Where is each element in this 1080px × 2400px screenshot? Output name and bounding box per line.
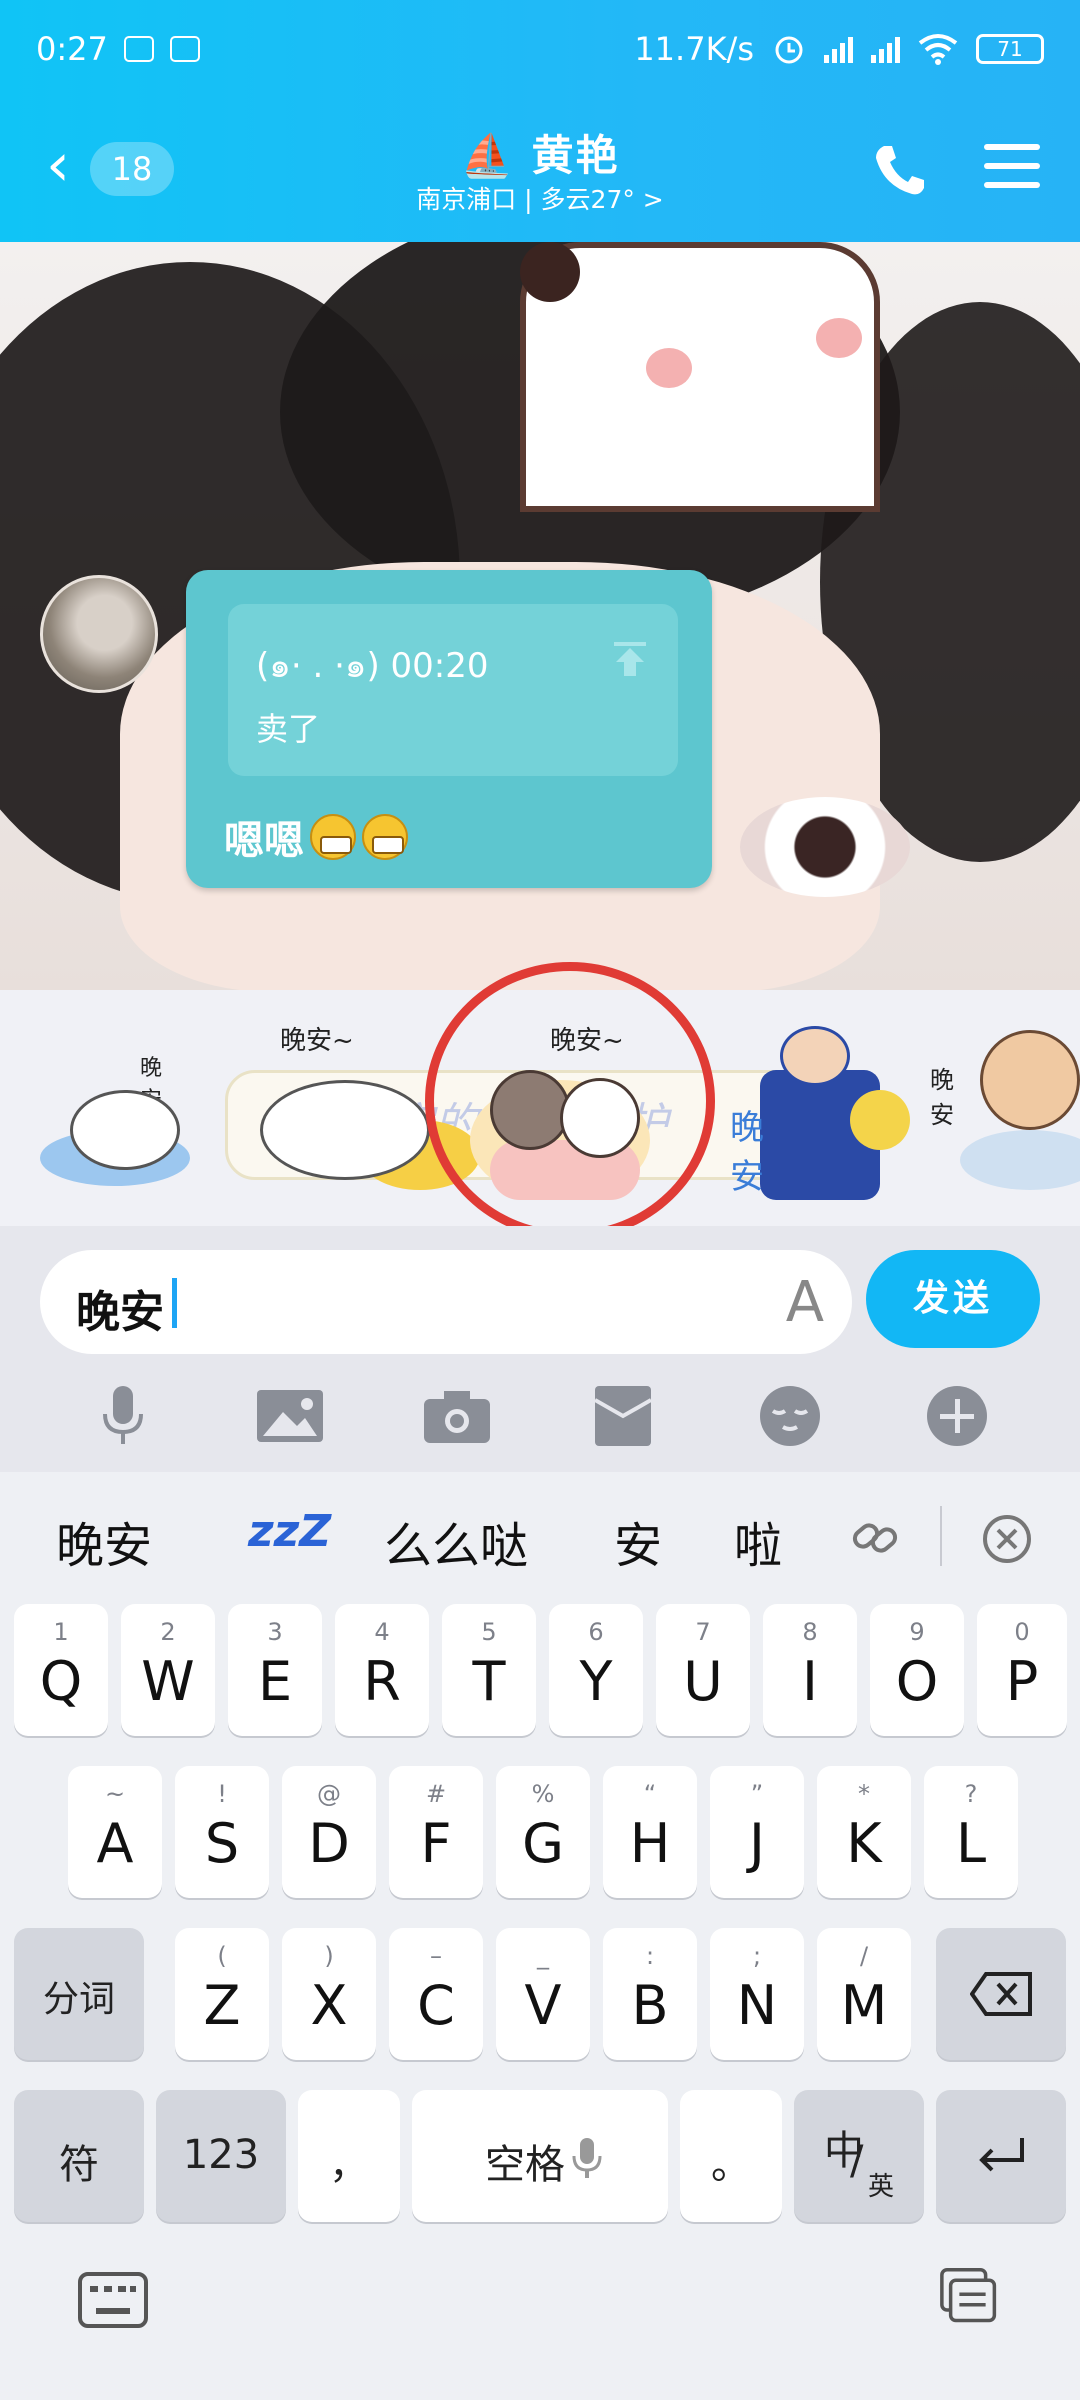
numbers-key[interactable]: 123 [156, 2090, 286, 2222]
mail-notification-icon [169, 36, 200, 62]
red-packet-icon[interactable] [590, 1383, 656, 1449]
photo-eye [740, 797, 910, 897]
emoji-icon[interactable] [757, 1383, 823, 1449]
sticker-2[interactable]: 晚安~ [240, 1020, 480, 1200]
candidate-2[interactable]: zzZ [248, 1506, 331, 1557]
keyboard-notification-icon [123, 36, 154, 62]
key-w[interactable]: 2W [121, 1604, 215, 1736]
key-b[interactable]: :B [603, 1928, 697, 2060]
red-highlight-circle [425, 962, 715, 1240]
clipboard-icon[interactable] [934, 2268, 1004, 2324]
microphone-icon[interactable] [90, 1383, 156, 1449]
split-word-key[interactable]: 分词 [14, 1928, 144, 2060]
close-candidates-icon[interactable] [982, 1514, 1032, 1564]
key-q[interactable]: 1Q [14, 1604, 108, 1736]
grin-emoji-icon [310, 814, 356, 860]
camera-icon[interactable] [423, 1383, 490, 1449]
key-a[interactable]: ~ A [68, 1766, 162, 1898]
voice-input-icon [572, 2138, 602, 2178]
wifi-icon [918, 34, 958, 65]
key-i[interactable]: 8I [763, 1604, 857, 1736]
scroll-to-quote-icon[interactable] [610, 638, 650, 678]
image-icon[interactable] [256, 1383, 323, 1449]
key-r[interactable]: 4R [335, 1604, 429, 1736]
quoted-text: 卖了 [256, 710, 321, 748]
space-key[interactable]: 空格 [412, 2090, 668, 2222]
symbols-key[interactable]: 符 [14, 2090, 144, 2222]
plus-icon[interactable] [924, 1383, 990, 1449]
key-m[interactable]: / M [817, 1928, 911, 2060]
key-l[interactable]: ? L [924, 1766, 1018, 1898]
key-f[interactable]: # F [389, 1766, 483, 1898]
panda-bear-sticker [520, 242, 880, 512]
message-input-text: 晚安 [76, 1287, 164, 1338]
chat-header: 0:27 11.7K/s 71 ‹ 18 ⛵ 黄艳 南京浦口 | 多云27° > [0, 0, 1080, 242]
period-key[interactable]: 。 [680, 2090, 782, 2222]
quoted-message[interactable]: (๑· . ·๑) 00:20 卖了 [228, 604, 678, 776]
key-p[interactable]: 0P [977, 1604, 1067, 1736]
key-y[interactable]: 6Y [549, 1604, 643, 1736]
grin-emoji-icon [362, 814, 408, 860]
key-g[interactable]: % G [496, 1766, 590, 1898]
message-input-row: 晚安 A 发送 [0, 1226, 1080, 1360]
key-o[interactable]: 9O [870, 1604, 964, 1736]
key-v[interactable]: _ V [496, 1928, 590, 2060]
message-input[interactable]: 晚安 A [40, 1250, 852, 1354]
key-t[interactable]: 5T [442, 1604, 536, 1736]
keyboard-switch-icon[interactable] [78, 2272, 148, 2328]
battery-icon: 71 [976, 34, 1044, 64]
text-cursor [172, 1278, 177, 1328]
message-text-row: 嗯嗯 [224, 808, 408, 866]
quoted-sender-time: (๑· . ·๑) 00:20 [256, 646, 489, 686]
signal-icon [824, 35, 853, 63]
signal-hd-icon [871, 35, 900, 63]
font-style-icon[interactable]: A [786, 1270, 824, 1335]
send-button[interactable]: 发送 [866, 1250, 1040, 1348]
menu-icon[interactable] [984, 144, 1040, 194]
key-z[interactable]: (Z [175, 1928, 269, 2060]
key-c[interactable]: – C [389, 1928, 483, 2060]
key-n[interactable]: ; N [710, 1928, 804, 2060]
candidate-4[interactable]: 安 [614, 1506, 662, 1576]
key-d[interactable]: @ D [282, 1766, 376, 1898]
language-switch-key[interactable]: 中 / 英 [794, 2090, 924, 2222]
key-e[interactable]: 3E [228, 1604, 322, 1736]
backspace-icon [970, 1972, 1032, 2016]
chat-toolbar [0, 1360, 1080, 1472]
link-icon[interactable] [850, 1512, 900, 1562]
key-k[interactable]: * K [817, 1766, 911, 1898]
sender-avatar[interactable] [40, 575, 158, 693]
key-h[interactable]: “H [603, 1766, 697, 1898]
message-text: 嗯嗯 [224, 818, 304, 864]
message-bubble[interactable]: (๑· . ·๑) 00:20 卖了 嗯嗯 [186, 570, 712, 888]
network-speed: 11.7K/s [634, 30, 754, 68]
key-x[interactable]: ) X [282, 1928, 376, 2060]
status-time: 0:27 [36, 30, 108, 68]
candidate-1[interactable]: 晚安 [56, 1506, 152, 1576]
enter-icon [979, 2138, 1024, 2172]
chat-background-photo: (๑· . ·๑) 00:20 卖了 嗯嗯 [0, 242, 1080, 990]
candidate-3[interactable]: 么么哒 [384, 1506, 528, 1576]
key-u[interactable]: 7U [656, 1604, 750, 1736]
sticker-4[interactable]: 晚安 [700, 1020, 910, 1200]
candidate-divider [940, 1506, 942, 1566]
key-s[interactable]: ! S [175, 1766, 269, 1898]
alarm-icon [775, 36, 803, 64]
enter-key[interactable] [936, 2090, 1066, 2222]
sticker-1[interactable]: 晚安 [20, 1020, 220, 1200]
backspace-key[interactable] [936, 1928, 1066, 2060]
key-j[interactable]: ” J [710, 1766, 804, 1898]
phone-call-icon[interactable] [870, 140, 930, 200]
candidate-5[interactable]: 啦 [734, 1506, 782, 1576]
status-bar: 0:27 11.7K/s 71 [36, 24, 1044, 74]
candidate-bar: 晚安 zzZ 么么哒 安 啦 [0, 1472, 1080, 1600]
sticker-5[interactable]: 晚安 [920, 1020, 1080, 1200]
keyboard: 晚安 zzZ 么么哒 安 啦 1Q 2W 3E 4R 5T 6Y 7U 8I 9… [0, 1472, 1080, 2400]
